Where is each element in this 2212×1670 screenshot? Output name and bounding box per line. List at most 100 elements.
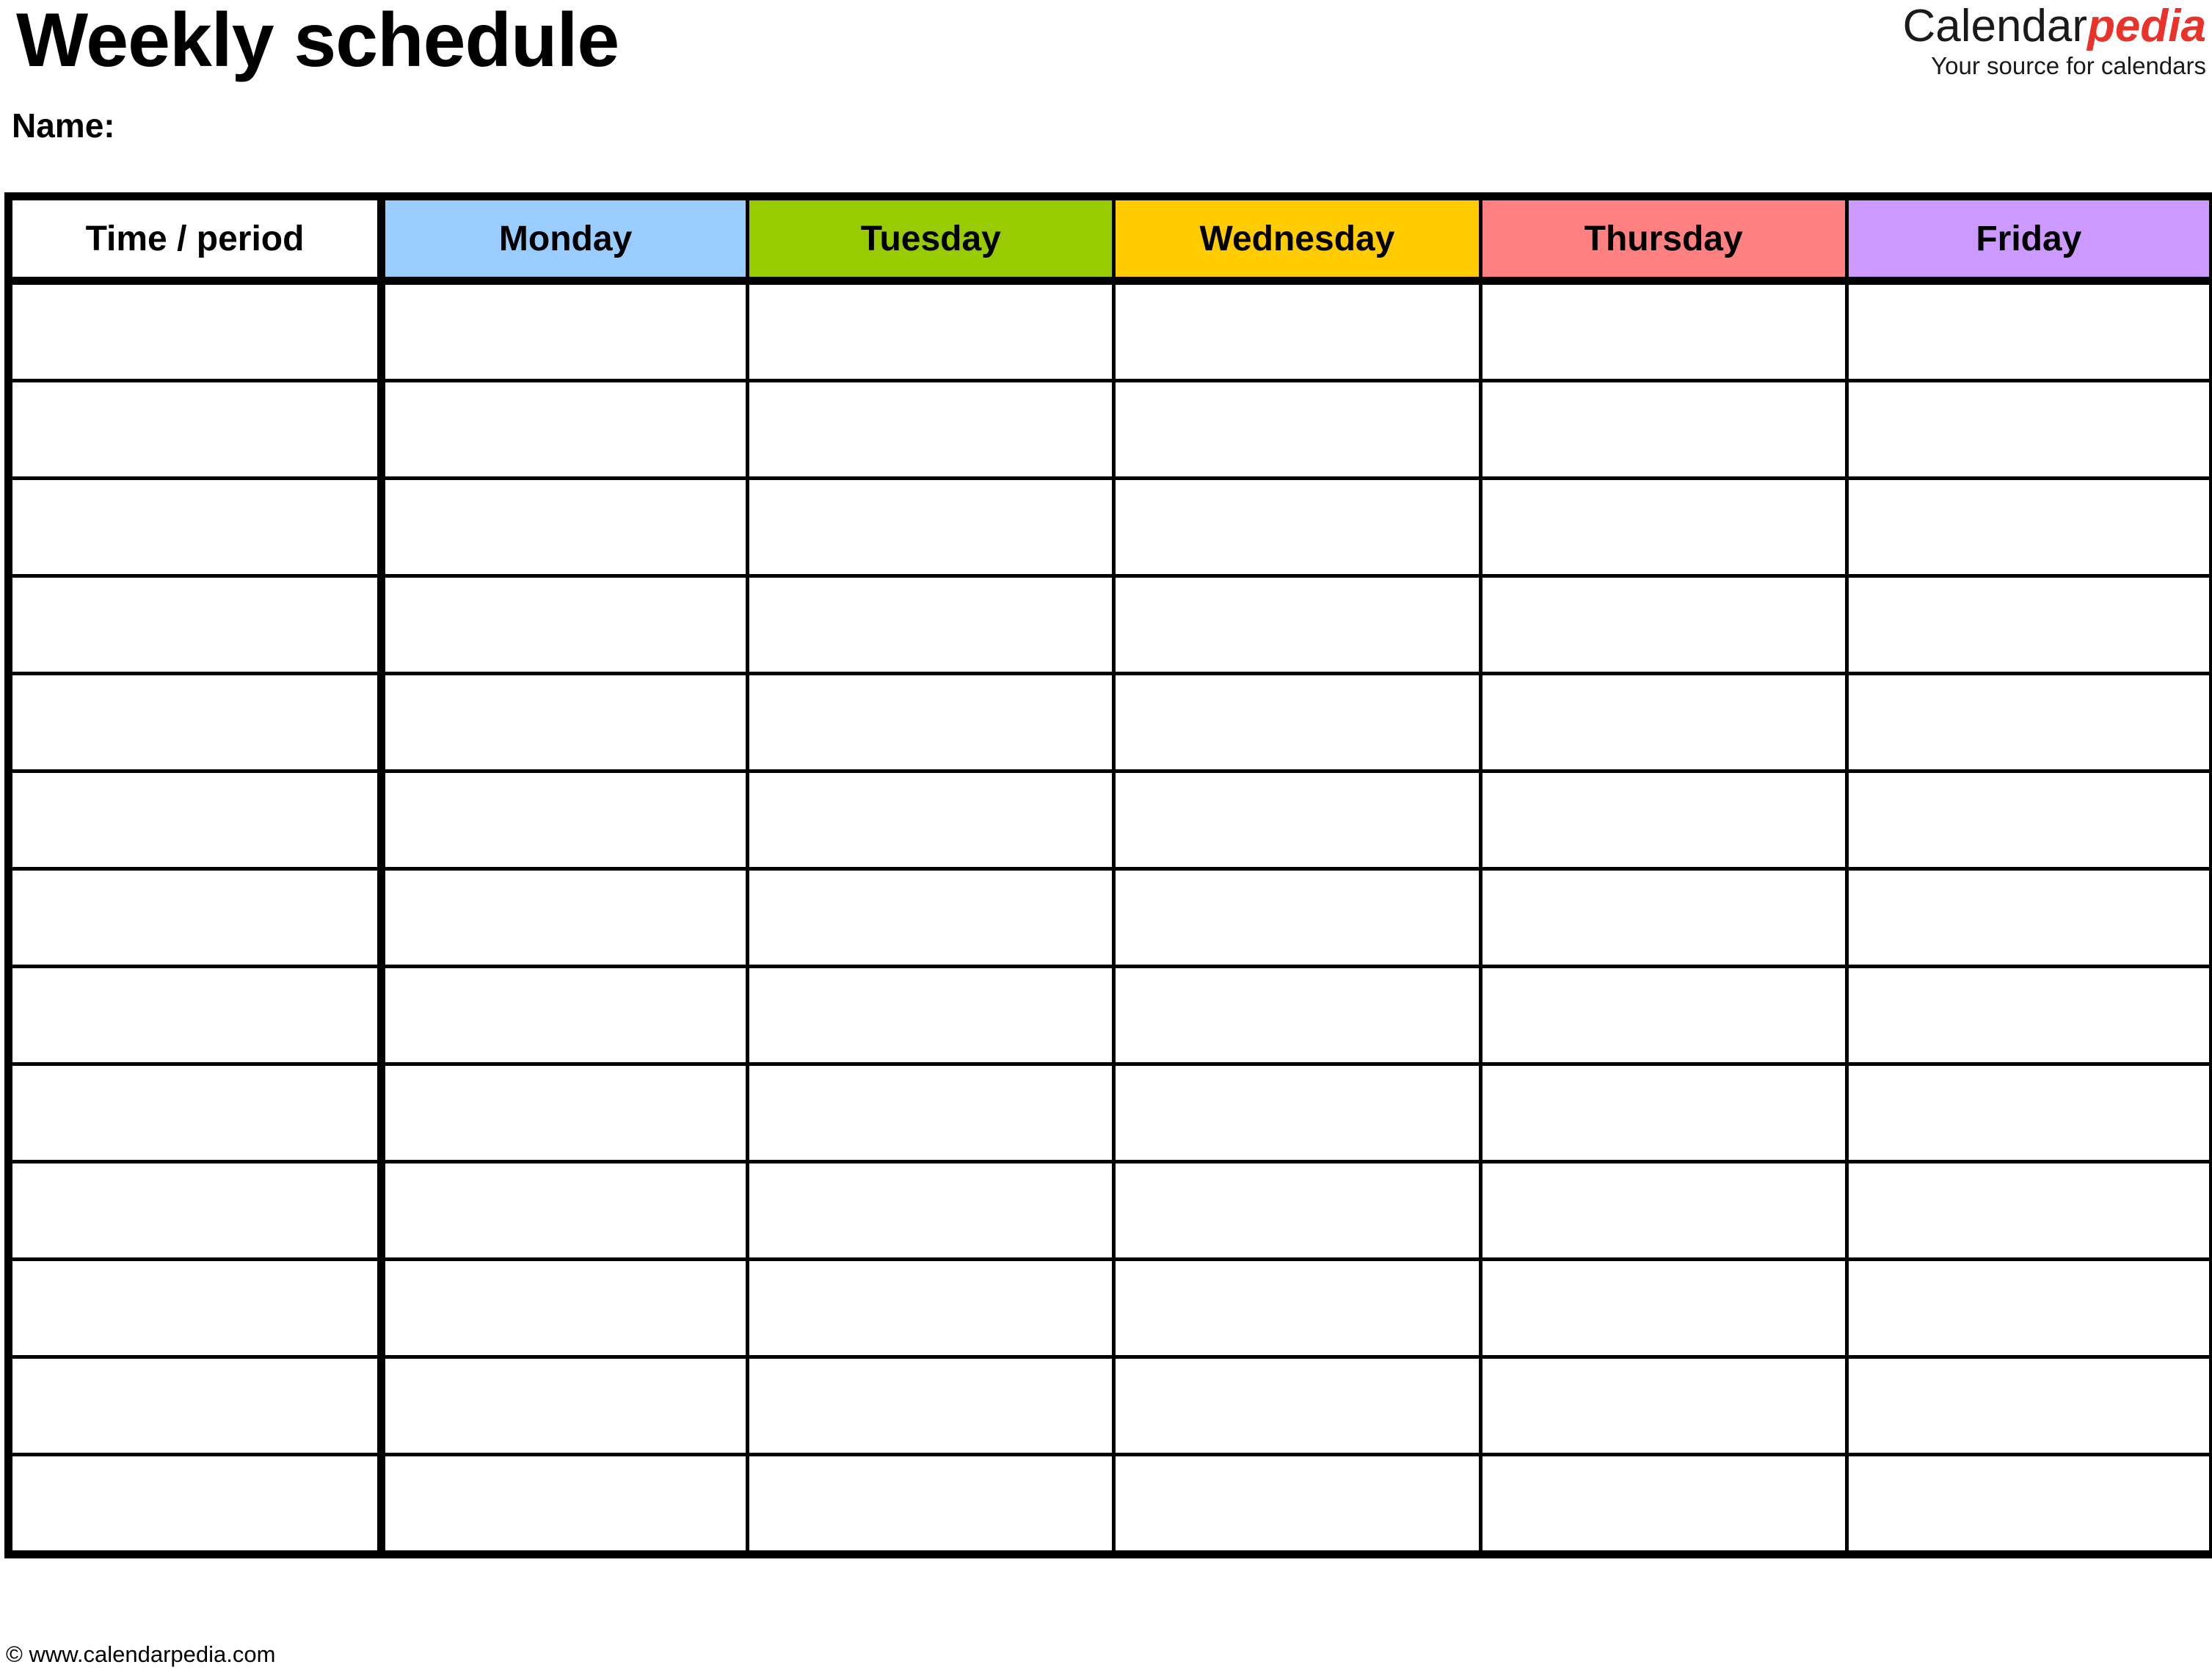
- brand-wordmark: Calendarpedia: [1902, 3, 2206, 49]
- schedule-table-body: [8, 280, 2212, 1555]
- schedule-table-head: Time / period Monday Tuesday Wednesday T…: [8, 196, 2212, 285]
- column-header-friday: Friday: [1847, 196, 2212, 285]
- column-header-thursday: Thursday: [1480, 196, 1849, 285]
- schedule-cell-thursday[interactable]: [1480, 1161, 1849, 1261]
- schedule-cell-tuesday[interactable]: [747, 1064, 1116, 1163]
- schedule-cell-tuesday[interactable]: [747, 673, 1116, 773]
- schedule-cell-thursday[interactable]: [1480, 1064, 1849, 1163]
- schedule-cell-monday[interactable]: [381, 868, 750, 968]
- schedule-cell-tuesday[interactable]: [747, 478, 1116, 578]
- schedule-row: [8, 1259, 2212, 1359]
- brand-word-primary: Calendar: [1902, 1, 2088, 51]
- schedule-cell-tuesday[interactable]: [747, 380, 1116, 480]
- schedule-cell-thursday[interactable]: [1480, 576, 1849, 675]
- schedule-cell-thursday[interactable]: [1480, 478, 1849, 578]
- schedule-cell-wednesday[interactable]: [1113, 1064, 1482, 1163]
- schedule-cell-tuesday[interactable]: [747, 1357, 1116, 1456]
- schedule-cell-monday[interactable]: [381, 673, 750, 773]
- schedule-cell-friday[interactable]: [1847, 1357, 2212, 1456]
- schedule-cell-thursday[interactable]: [1480, 966, 1849, 1066]
- schedule-cell-wednesday[interactable]: [1113, 280, 1482, 382]
- schedule-cell-tuesday[interactable]: [747, 1259, 1116, 1359]
- time-period-cell[interactable]: [8, 380, 385, 480]
- schedule-cell-friday[interactable]: [1847, 673, 2212, 773]
- time-period-cell[interactable]: [8, 1161, 385, 1261]
- schedule-cell-friday[interactable]: [1847, 1161, 2212, 1261]
- time-period-cell[interactable]: [8, 576, 385, 675]
- schedule-cell-friday[interactable]: [1847, 280, 2212, 382]
- schedule-cell-friday[interactable]: [1847, 478, 2212, 578]
- schedule-cell-tuesday[interactable]: [747, 771, 1116, 871]
- schedule-cell-wednesday[interactable]: [1113, 478, 1482, 578]
- schedule-cell-thursday[interactable]: [1480, 673, 1849, 773]
- name-field-label: Name:: [12, 106, 115, 145]
- schedule-cell-monday[interactable]: [381, 771, 750, 871]
- schedule-cell-tuesday[interactable]: [747, 868, 1116, 968]
- schedule-cell-monday[interactable]: [381, 1259, 750, 1359]
- schedule-cell-thursday[interactable]: [1480, 1259, 1849, 1359]
- schedule-cell-wednesday[interactable]: [1113, 380, 1482, 480]
- schedule-cell-tuesday[interactable]: [747, 1161, 1116, 1261]
- schedule-cell-monday[interactable]: [381, 280, 750, 382]
- calendarpedia-logo: Calendarpedia Your source for calendars: [1902, 3, 2206, 78]
- schedule-cell-monday[interactable]: [381, 1454, 750, 1555]
- schedule-row: [8, 478, 2212, 578]
- schedule-cell-wednesday[interactable]: [1113, 576, 1482, 675]
- schedule-cell-wednesday[interactable]: [1113, 771, 1482, 871]
- schedule-cell-friday[interactable]: [1847, 1454, 2212, 1555]
- schedule-cell-tuesday[interactable]: [747, 576, 1116, 675]
- schedule-cell-thursday[interactable]: [1480, 280, 1849, 382]
- time-period-cell[interactable]: [8, 1357, 385, 1456]
- schedule-cell-thursday[interactable]: [1480, 380, 1849, 480]
- time-period-cell[interactable]: [8, 673, 385, 773]
- time-period-cell[interactable]: [8, 1064, 385, 1163]
- schedule-cell-tuesday[interactable]: [747, 1454, 1116, 1555]
- column-header-monday: Monday: [381, 196, 750, 285]
- footer-copyright: © www.calendarpedia.com: [6, 1641, 276, 1667]
- schedule-row: [8, 576, 2212, 675]
- schedule-row: [8, 1161, 2212, 1261]
- schedule-cell-friday[interactable]: [1847, 576, 2212, 675]
- schedule-cell-friday[interactable]: [1847, 380, 2212, 480]
- time-period-cell[interactable]: [8, 478, 385, 578]
- schedule-cell-wednesday[interactable]: [1113, 1454, 1482, 1555]
- schedule-cell-tuesday[interactable]: [747, 966, 1116, 1066]
- schedule-cell-thursday[interactable]: [1480, 868, 1849, 968]
- schedule-cell-monday[interactable]: [381, 380, 750, 480]
- schedule-cell-friday[interactable]: [1847, 1259, 2212, 1359]
- schedule-cell-friday[interactable]: [1847, 966, 2212, 1066]
- time-period-cell[interactable]: [8, 868, 385, 968]
- schedule-cell-wednesday[interactable]: [1113, 673, 1482, 773]
- time-period-cell[interactable]: [8, 1454, 385, 1555]
- schedule-cell-monday[interactable]: [381, 1064, 750, 1163]
- schedule-row: [8, 673, 2212, 773]
- column-header-wednesday: Wednesday: [1113, 196, 1482, 285]
- schedule-cell-friday[interactable]: [1847, 1064, 2212, 1163]
- schedule-cell-thursday[interactable]: [1480, 1454, 1849, 1555]
- time-period-cell[interactable]: [8, 771, 385, 871]
- schedule-cell-monday[interactable]: [381, 966, 750, 1066]
- schedule-cell-wednesday[interactable]: [1113, 1161, 1482, 1261]
- schedule-cell-monday[interactable]: [381, 478, 750, 578]
- schedule-cell-wednesday[interactable]: [1113, 868, 1482, 968]
- schedule-cell-monday[interactable]: [381, 576, 750, 675]
- schedule-header-row: Time / period Monday Tuesday Wednesday T…: [8, 196, 2212, 285]
- time-period-cell[interactable]: [8, 966, 385, 1066]
- schedule-cell-monday[interactable]: [381, 1161, 750, 1261]
- time-period-cell[interactable]: [8, 1259, 385, 1359]
- page-header: Weekly schedule Name: Calendarpedia Your…: [0, 0, 2212, 192]
- schedule-cell-tuesday[interactable]: [747, 280, 1116, 382]
- time-period-cell[interactable]: [8, 280, 385, 382]
- schedule-row: [8, 380, 2212, 480]
- schedule-cell-friday[interactable]: [1847, 771, 2212, 871]
- schedule-cell-wednesday[interactable]: [1113, 1259, 1482, 1359]
- schedule-cell-friday[interactable]: [1847, 868, 2212, 968]
- schedule-cell-thursday[interactable]: [1480, 1357, 1849, 1456]
- schedule-cell-wednesday[interactable]: [1113, 1357, 1482, 1456]
- schedule-cell-monday[interactable]: [381, 1357, 750, 1456]
- schedule-row: [8, 771, 2212, 871]
- brand-tagline: Your source for calendars: [1931, 52, 2206, 80]
- schedule-cell-thursday[interactable]: [1480, 771, 1849, 871]
- schedule-row: [8, 1357, 2212, 1456]
- schedule-cell-wednesday[interactable]: [1113, 966, 1482, 1066]
